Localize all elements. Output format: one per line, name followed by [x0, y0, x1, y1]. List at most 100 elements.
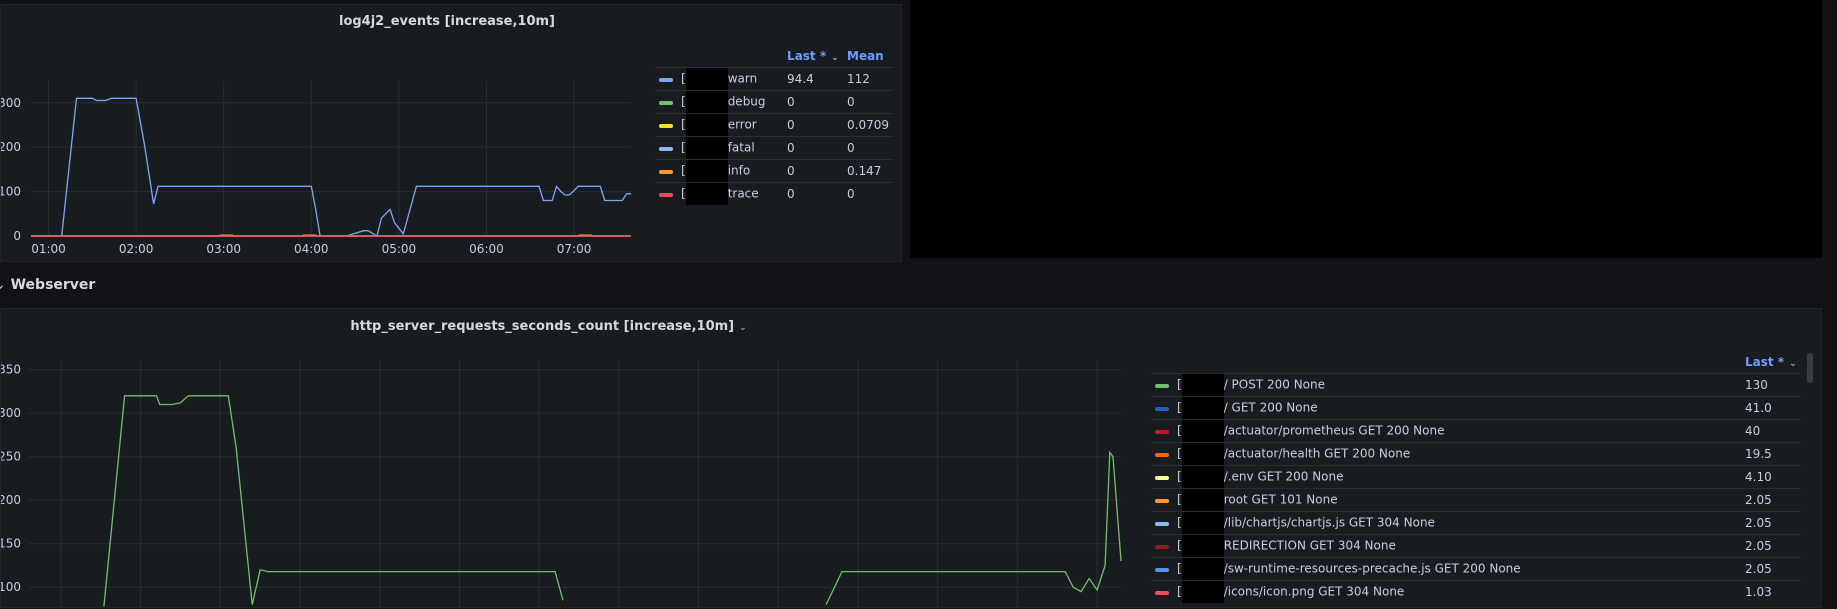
legend-last-value: 2.05 [1741, 511, 1801, 535]
legend-last-value: 0 [783, 182, 843, 205]
legend-row[interactable]: [/actuator/health GET 200 None 19.5 [1151, 442, 1801, 466]
legend-row[interactable]: [error 0 0.0709 [655, 113, 893, 137]
y-tick-label: 350 [1, 363, 21, 377]
x-tick-label: 05:00 [382, 242, 417, 256]
legend-series-name: [debug [677, 90, 784, 114]
legend-row[interactable]: [root GET 101 None 2.05 [1151, 488, 1801, 512]
legend-last-value: 40 [1741, 419, 1801, 443]
legend-row[interactable]: [trace 0 0 [655, 182, 893, 205]
legend-series-name: [root GET 101 None [1173, 488, 1741, 512]
legend-swatch [655, 182, 677, 205]
y-tick-label: 250 [1, 450, 21, 464]
x-tick-label: 06:00 [469, 242, 504, 256]
legend-row[interactable]: [/actuator/prometheus GET 200 None 40 [1151, 419, 1801, 443]
series-line-warn[interactable] [31, 97, 631, 238]
redacted-block [1181, 466, 1224, 488]
legend-swatch [1151, 534, 1173, 558]
x-tick-label: 07:00 [557, 242, 592, 256]
x-tick-label: 03:00 [206, 242, 241, 256]
legend-row[interactable]: [/lib/chartjs/chartjs.js GET 304 None 2.0… [1151, 511, 1801, 535]
redacted-block [1181, 535, 1224, 557]
legend-swatch [655, 67, 677, 91]
legend-last-value: 94.4 [783, 67, 843, 91]
legend-swatch [1151, 511, 1173, 535]
legend-header-mean[interactable]: Mean [843, 45, 893, 68]
legend-last-value: 41.0 [1741, 396, 1801, 420]
legend-last-value: 2.05 [1741, 534, 1801, 558]
chevron-down-icon: ⌄ [0, 277, 6, 293]
legend-series-name: [/actuator/prometheus GET 200 None [1173, 419, 1741, 443]
legend-series-name: [info [677, 159, 784, 183]
legend-row[interactable]: [fatal 0 0 [655, 136, 893, 160]
legend-row[interactable]: [REDIRECTION GET 304 None 2.05 [1151, 534, 1801, 558]
legend-series-name: [/sw-runtime-resources-precache.js GET 2… [1173, 557, 1741, 581]
legend-row[interactable]: [/ POST 200 None 130 [1151, 373, 1801, 397]
redacted-block [685, 114, 728, 136]
redacted-block [1181, 374, 1224, 396]
series-line-segment-2[interactable] [825, 450, 1122, 605]
legend-swatch [1151, 465, 1173, 489]
legend-table: Last * ⌄ Mean [warn 94.4 112[debug 0 0[error 0… [655, 45, 893, 205]
legend-series-name: [fatal [677, 136, 784, 160]
log4j2-events-chart[interactable]: 0 100 200 300 01:00 02:00 03:00 04:00 05:00 06:00… [1, 45, 651, 260]
legend-row[interactable]: [/sw-runtime-resources-precache.js GET 2… [1151, 557, 1801, 581]
redacted-block [1181, 443, 1224, 465]
legend-swatch [1151, 396, 1173, 420]
legend-last-value: 0 [783, 136, 843, 160]
x-tick-label: 02:00 [119, 242, 154, 256]
legend-series-name: [warn [677, 67, 784, 91]
chevron-down-icon: ⌄ [831, 53, 839, 63]
legend-last-value: 19.5 [1741, 442, 1801, 466]
row-title[interactable]: ⌄ Webserver [0, 277, 95, 293]
panel-title[interactable]: http_server_requests_seconds_count [incr… [1, 319, 1096, 334]
redacted-block [685, 160, 728, 182]
redacted-block [1181, 489, 1224, 511]
x-tick-label: 04:00 [294, 242, 329, 256]
legend-row[interactable]: [/.env GET 200 None 4.10 [1151, 465, 1801, 489]
legend-header-last[interactable]: Last * ⌄ [783, 45, 843, 68]
legend-swatch [655, 90, 677, 114]
legend-header-last[interactable]: Last * ⌄ [1741, 351, 1801, 374]
legend-series-name: [/ POST 200 None [1173, 373, 1741, 397]
legend-series-name: [/lib/chartjs/chartjs.js GET 304 None [1173, 511, 1741, 535]
row-title-text: Webserver [10, 277, 96, 293]
legend-swatch [655, 159, 677, 183]
legend-row[interactable]: [debug 0 0 [655, 90, 893, 114]
redacted-block [685, 68, 728, 90]
legend-row[interactable]: [info 0 0.147 [655, 159, 893, 183]
legend-table: Last * ⌄ [/ POST 200 None 130[/ GET 200 No… [1151, 351, 1801, 603]
y-tick-label: 300 [1, 406, 21, 420]
legend-swatch [655, 113, 677, 137]
legend-swatch [655, 136, 677, 160]
chevron-down-icon: ⌄ [739, 323, 747, 333]
legend-series-name: [trace [677, 182, 784, 205]
legend-row[interactable]: [warn 94.4 112 [655, 67, 893, 91]
legend-scrollbar[interactable] [1807, 353, 1813, 383]
legend-series-name: [error [677, 113, 784, 137]
legend-series-name: [/.env GET 200 None [1173, 465, 1741, 489]
legend-swatch [1151, 557, 1173, 581]
redacted-block [685, 91, 728, 113]
panel-title-text: http_server_requests_seconds_count [incr… [350, 319, 735, 334]
legend-row[interactable]: [/ GET 200 None 41.0 [1151, 396, 1801, 420]
legend-last-value: 0 [783, 113, 843, 137]
y-tick-label: 200 [1, 140, 21, 154]
y-tick-label: 0 [13, 229, 21, 243]
legend-mean-value: 0.0709 [843, 113, 893, 137]
legend-mean-value: 0 [843, 182, 893, 205]
y-tick-label: 100 [1, 580, 21, 594]
redacted-block [1181, 512, 1224, 534]
log4j2-events-panel: log4j2_events [increase,10m] 0 100 200 300 0… [0, 4, 902, 262]
series-line-segment-1[interactable] [103, 395, 564, 607]
panel-title: log4j2_events [increase,10m] [338, 14, 555, 29]
legend-swatch [1151, 373, 1173, 397]
legend-mean-value: 0 [843, 136, 893, 160]
legend-last-value: 2.05 [1741, 557, 1801, 581]
legend-series-name: [REDIRECTION GET 304 None [1173, 534, 1741, 558]
legend-swatch [1151, 442, 1173, 466]
http-requests-chart[interactable]: 100 150 200 250 300 350 [1, 349, 1141, 609]
y-tick-label: 200 [1, 493, 21, 507]
legend-mean-value: 0.147 [843, 159, 893, 183]
legend-last-value: 2.05 [1741, 488, 1801, 512]
y-tick-label: 100 [1, 185, 21, 199]
